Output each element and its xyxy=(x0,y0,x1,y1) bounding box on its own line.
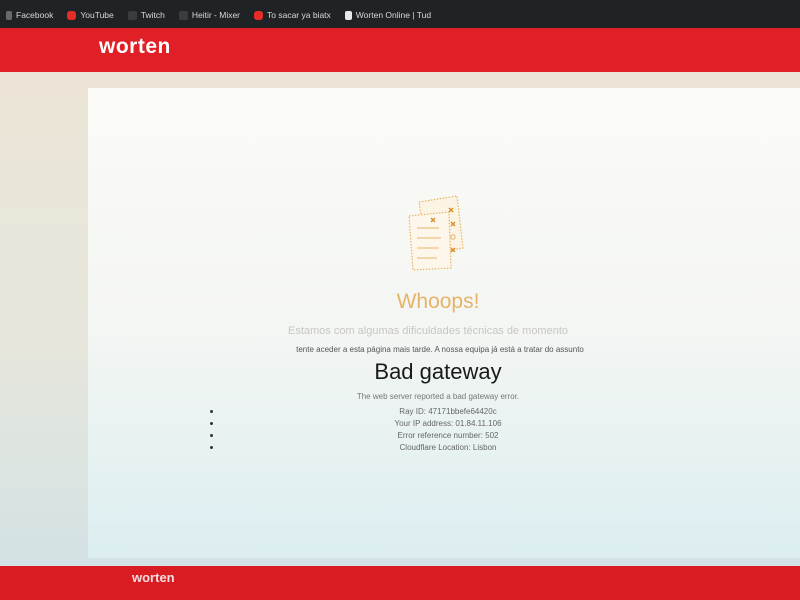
bookmark-twitch[interactable]: Twitch xyxy=(127,10,165,20)
receipt-illustration-icon xyxy=(408,195,464,271)
list-item: Ray ID: 47171bbefe64420c xyxy=(208,407,688,419)
worten-logo[interactable]: worten xyxy=(99,35,171,59)
bookmark-label: Facebook xyxy=(16,10,54,20)
list-item: Error reference number: 502 xyxy=(208,431,688,443)
error-details-list: Ray ID: 47171bbefe64420c Your IP address… xyxy=(208,407,688,455)
error-card xyxy=(88,88,800,558)
list-item: Your IP address: 01.84.11.106 xyxy=(208,419,688,431)
bookmark-mixer[interactable]: Heitir - Mixer xyxy=(178,10,241,20)
bookmark-youtube[interactable]: YouTube xyxy=(67,10,114,20)
error-subtitle-secondary: tente aceder a esta página mais tarde. A… xyxy=(296,345,584,354)
error-description: The web server reported a bad gateway er… xyxy=(356,392,520,401)
bookmark-label: Twitch xyxy=(140,10,165,20)
error-subtitle: Estamos com algumas dificuldades técnica… xyxy=(287,325,569,337)
bookmark-to-sacar[interactable]: To sacar ya biatx xyxy=(254,10,331,20)
bookmark-label: Worten Online | Tud xyxy=(355,10,432,20)
error-reference: Error reference number: 502 xyxy=(397,431,499,440)
bookmark-label: YouTube xyxy=(80,10,114,20)
whoops-title: Whoops! xyxy=(396,290,480,313)
facebook-icon xyxy=(6,10,12,20)
youtube-icon xyxy=(254,10,264,20)
site-header: worten xyxy=(0,28,800,72)
ip-address: Your IP address: 01.84.11.106 xyxy=(394,419,502,428)
bullet-icon xyxy=(210,434,213,437)
ray-id: Ray ID: 47171bbefe64420c xyxy=(399,407,497,416)
bookmark-label: Heitir - Mixer xyxy=(191,10,241,20)
bookmark-label: To sacar ya biatx xyxy=(267,10,331,20)
bullet-icon xyxy=(210,446,213,449)
twitch-icon xyxy=(127,10,137,20)
footer-worten-logo[interactable]: worten xyxy=(132,570,175,585)
bullet-icon xyxy=(210,410,213,413)
error-heading: Bad gateway xyxy=(374,359,502,384)
youtube-icon xyxy=(67,10,77,20)
mixer-icon xyxy=(178,10,188,20)
bookmark-facebook[interactable]: Facebook xyxy=(6,10,53,20)
site-footer: worten xyxy=(0,566,800,600)
bullet-icon xyxy=(210,422,213,425)
cloudflare-location: Cloudflare Location: Lisbon xyxy=(399,443,497,452)
list-item: Cloudflare Location: Lisbon xyxy=(208,443,688,455)
document-icon xyxy=(344,10,352,20)
bookmark-worten-online[interactable]: Worten Online | Tud xyxy=(344,10,432,20)
bookmarks-bar: Facebook YouTube Twitch Heitir - Mixer T… xyxy=(0,0,800,30)
